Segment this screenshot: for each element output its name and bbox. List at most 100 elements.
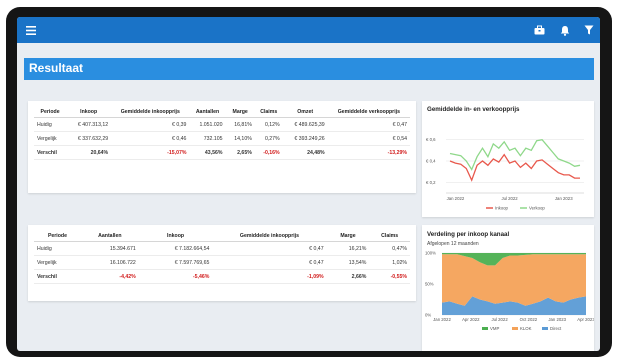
table-row: Huidig 15.394.671 € 7.182.664,54 € 0,47 16,2… xyxy=(34,241,410,256)
column-header: Gemiddelde verkoopprijs xyxy=(327,107,410,118)
table-cell: Vergelijk xyxy=(34,131,67,146)
column-header: Omzet xyxy=(282,107,328,118)
column-header: Claims xyxy=(254,107,283,118)
price-chart-title: Gemiddelde in- en verkoopprijs xyxy=(427,106,520,113)
price-chart-card: Gemiddelde in- en verkoopprijs € 0,2 € 0,… xyxy=(422,101,594,217)
table-cell: -15,07% xyxy=(111,145,190,160)
table-cell: Vergelijk xyxy=(34,255,81,270)
x-tick-label: Jul 2022 xyxy=(491,317,508,322)
table-cell: € 0,47 xyxy=(212,241,327,256)
x-tick-label: Jul 2022 xyxy=(501,196,518,201)
table-row: Vergelijk 16.106.722 € 7.597.769,65 € 0,47 1… xyxy=(34,255,410,270)
table-cell: 43,56% xyxy=(189,145,226,160)
table-cell: -5,46% xyxy=(138,269,213,284)
x-tick-label: Jan 2023 xyxy=(548,317,566,322)
device-frame: Resultaat Periode Inkoop Gemiddelde inkoop… xyxy=(6,7,612,357)
legend-swatch xyxy=(542,327,548,330)
table-cell: 2,65% xyxy=(225,145,255,160)
y-tick-label: € 0,2 xyxy=(426,180,436,185)
channel-table: Periode Aantallen Inkoop Gemiddelde inkoopp… xyxy=(34,231,410,284)
legend-label: Verkoop xyxy=(529,206,545,211)
channel-chart-card: Verdeling per inkoop kanaal Afgelopen 12… xyxy=(422,225,594,351)
table-cell: € 0,54 xyxy=(327,131,410,146)
column-header: Aantallen xyxy=(189,107,226,118)
page-banner: Resultaat xyxy=(24,58,594,80)
table-cell: 15.394.671 xyxy=(80,241,139,256)
table-row: Vergelijk € 337.632,29 € 0,46 732.105 14,10%… xyxy=(34,131,410,146)
table-cell: 16,21% xyxy=(326,241,370,256)
column-header: Inkoop xyxy=(66,107,112,118)
results-table-card: Periode Inkoop Gemiddelde inkoopprijs Aanta… xyxy=(28,101,416,193)
table-cell: € 337.632,29 xyxy=(66,131,112,146)
table-cell: 14,10% xyxy=(225,131,255,146)
x-tick-label: Jan 2022 xyxy=(433,317,451,322)
column-header: Marge xyxy=(225,107,255,118)
table-cell: 1,02% xyxy=(369,255,410,270)
channel-table-card: Periode Aantallen Inkoop Gemiddelde inkoopp… xyxy=(28,225,416,301)
table-cell: € 407.313,12 xyxy=(66,117,112,132)
table-cell: 1.051.020 xyxy=(189,117,226,132)
bell-icon[interactable] xyxy=(558,23,572,37)
legend-swatch xyxy=(512,327,518,330)
table-cell: Huidig xyxy=(34,117,67,132)
table-cell: 2,66% xyxy=(326,269,370,284)
column-header: Marge xyxy=(326,231,370,242)
table-cell: 0,47% xyxy=(369,241,410,256)
table-cell: € 7.597.769,65 xyxy=(138,255,213,270)
table-cell: € 0,46 xyxy=(111,131,190,146)
y-tick-label: 100% xyxy=(425,251,436,256)
table-cell: 0,12% xyxy=(254,117,283,132)
table-cell: Verschil xyxy=(34,145,67,160)
table-cell: 16,81% xyxy=(225,117,255,132)
table-cell: € 0,47 xyxy=(327,117,410,132)
series-line-inkoop xyxy=(449,153,580,182)
column-header: Aantallen xyxy=(80,231,139,242)
hamburger-icon[interactable] xyxy=(24,23,38,37)
table-cell: -0,16% xyxy=(254,145,283,160)
briefcase-icon[interactable] xyxy=(532,23,546,37)
table-row: Huidig € 407.313,12 € 0,39 1.051.020 16,81% 0… xyxy=(34,117,410,132)
y-tick-label: 0% xyxy=(425,313,431,318)
y-tick-label: € 0,4 xyxy=(426,159,436,164)
legend-label: Inkoop xyxy=(495,206,509,211)
y-tick-label: 50% xyxy=(425,282,434,287)
x-tick-label: Jan 2022 xyxy=(447,196,465,201)
top-bar xyxy=(17,17,600,43)
legend-swatch xyxy=(482,327,488,330)
table-cell: -0,55% xyxy=(369,269,410,284)
table-cell: 0,27% xyxy=(254,131,283,146)
column-header: Gemiddelde inkoopprijs xyxy=(212,231,327,242)
table-cell: € 489.625,39 xyxy=(282,117,328,132)
series-line-verkoop xyxy=(449,138,581,171)
channel-chart-subtitle: Afgelopen 12 maanden xyxy=(427,241,479,247)
table-cell: 24,48% xyxy=(282,145,328,160)
table-cell: € 0,39 xyxy=(111,117,190,132)
table-cell: 13,54% xyxy=(326,255,370,270)
column-header: Inkoop xyxy=(138,231,213,242)
x-tick-label: Oct 2022 xyxy=(520,317,538,322)
area-klok xyxy=(442,254,586,306)
table-cell: 732.105 xyxy=(189,131,226,146)
table-cell: Huidig xyxy=(34,241,81,256)
column-header: Periode xyxy=(34,231,81,242)
legend-label: VMP xyxy=(490,326,499,331)
table-cell: 16.106.722 xyxy=(80,255,139,270)
column-header: Gemiddelde inkoopprijs xyxy=(111,107,190,118)
app-screen: Resultaat Periode Inkoop Gemiddelde inkoop… xyxy=(17,17,600,351)
column-header: Claims xyxy=(369,231,410,242)
channel-area-chart: 100% 50% 0%Jan 2022 Apr 2022 Jul 2022 Oct 202… xyxy=(425,251,594,332)
filter-icon[interactable] xyxy=(582,23,596,37)
channel-chart-title: Verdeling per inkoop kanaal xyxy=(427,231,510,238)
x-tick-label: Apr 2023 xyxy=(577,317,594,322)
results-table: Periode Inkoop Gemiddelde inkoopprijs Aanta… xyxy=(34,107,410,160)
table-cell: € 393.249,26 xyxy=(282,131,328,146)
x-tick-label: Jan 2023 xyxy=(555,196,573,201)
y-tick-label: € 0,6 xyxy=(426,137,436,142)
table-row: Verschil 20,64% -15,07% 43,56% 2,65% -0,16% 24… xyxy=(34,145,410,160)
table-row: Verschil -4,42% -5,46% -1,09% 2,66% -0,55% xyxy=(34,269,410,284)
table-cell: -13,29% xyxy=(327,145,410,160)
table-cell: Verschil xyxy=(34,269,81,284)
table-cell: € 0,47 xyxy=(212,255,327,270)
table-cell: -1,09% xyxy=(212,269,327,284)
table-cell: € 7.182.664,54 xyxy=(138,241,213,256)
